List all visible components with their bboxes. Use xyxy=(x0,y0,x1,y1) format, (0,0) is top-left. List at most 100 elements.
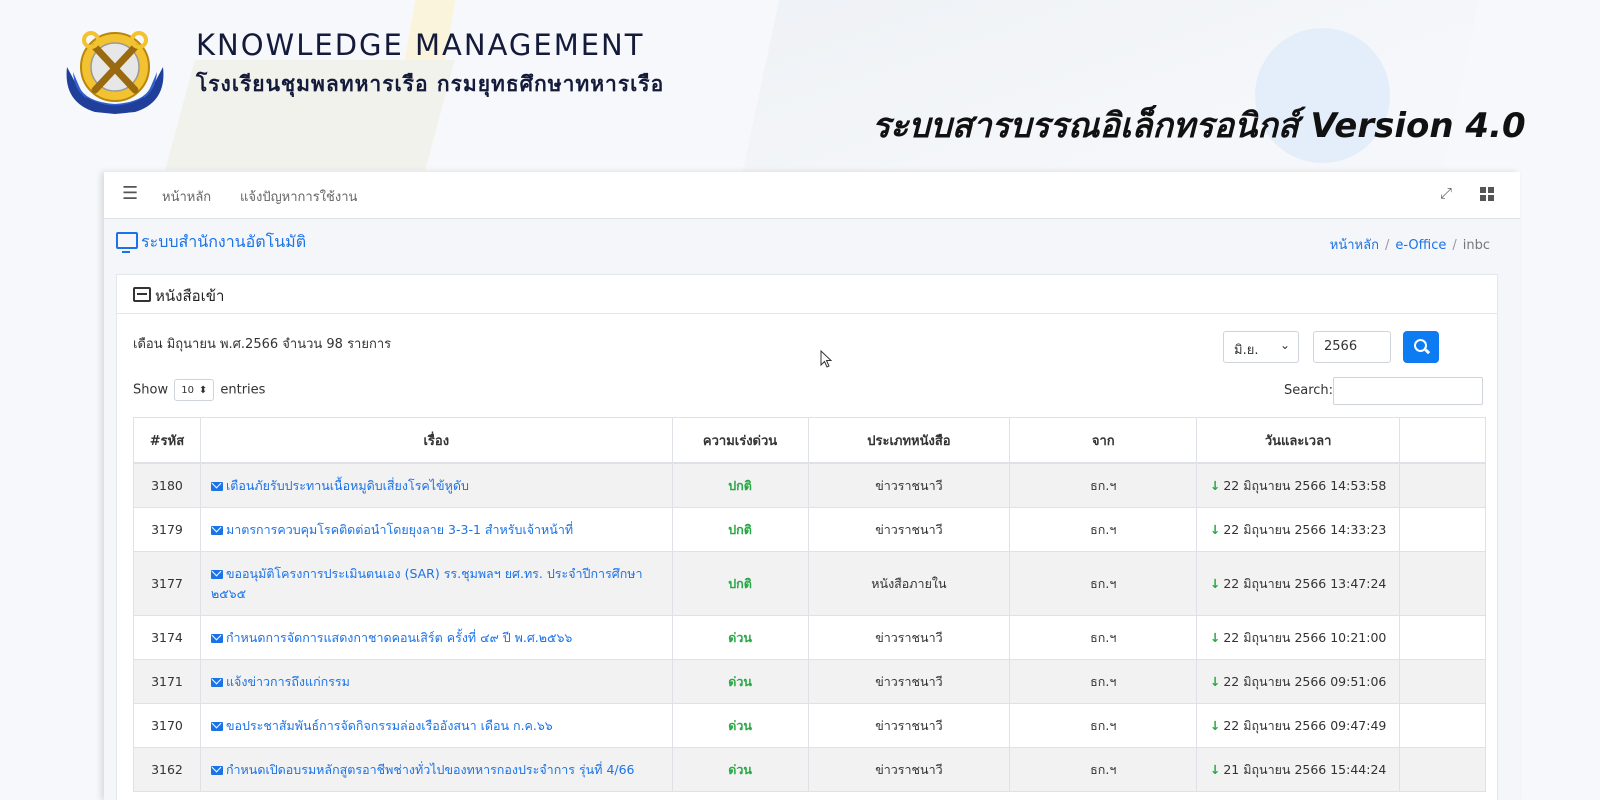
table-row[interactable]: 3174 กำหนดการจัดการแสดงกาชาดคอนเสิร์ต คร… xyxy=(133,615,1486,660)
inbox-icon xyxy=(133,287,151,302)
column-header-subject[interactable]: เรื่อง xyxy=(199,417,673,464)
row-from: ธก.ฯ xyxy=(1009,462,1198,508)
nav-home-link[interactable]: หน้าหลัก xyxy=(162,186,211,207)
column-header-id[interactable]: #รหัส xyxy=(133,417,201,464)
arrow-down-icon: ↓ xyxy=(1209,717,1221,733)
search-label: Search: xyxy=(1284,383,1334,398)
row-id: 3177 xyxy=(133,551,201,616)
row-actions xyxy=(1399,507,1486,552)
arrow-down-icon: ↓ xyxy=(1209,673,1221,689)
row-subject[interactable]: กำหนดเปิดอบรมหลักสูตรอาชีพช่างทั่วไปของท… xyxy=(199,747,673,792)
row-datetime: ↓ 22 มิถุนายน 2566 09:47:49 xyxy=(1196,703,1401,748)
entries-label: entries xyxy=(220,382,266,398)
breadcrumb-separator: / xyxy=(1452,238,1457,253)
row-subject[interactable]: แจ้งข่าวการถึงแก่กรรม xyxy=(199,659,673,704)
row-actions xyxy=(1399,747,1486,792)
row-id: 3174 xyxy=(133,615,201,660)
school-logo xyxy=(66,31,164,114)
brand-title: KNOWLEDGE MANAGEMENT xyxy=(196,28,645,62)
row-from: ธก.ฯ xyxy=(1009,659,1198,704)
month-summary: เดือน มิถุนายน พ.ศ.2566 จำนวน 98 รายการ xyxy=(133,337,392,352)
row-urgency: ปกติ xyxy=(671,507,809,552)
page-title: ระบบสำนักงานอัตโนมัติ xyxy=(141,232,307,251)
row-subject-link[interactable]: มาตรการควบคุมโรคติดต่อนำโดยยุงลาย 3-3-1 … xyxy=(226,522,573,537)
card-title: หนังสือเข้า xyxy=(155,287,225,305)
row-subject-link[interactable]: ขอประชาสัมพันธ์การจัดกิจกรรมล่องเรืออังส… xyxy=(226,718,553,733)
envelope-icon xyxy=(210,677,223,687)
arrow-down-icon: ↓ xyxy=(1209,761,1221,777)
month-select[interactable]: มิ.ย. ⌄ xyxy=(1223,331,1299,363)
row-from: ธก.ฯ xyxy=(1009,507,1198,552)
row-actions xyxy=(1399,551,1486,616)
menu-toggle-icon[interactable]: ☰ xyxy=(122,183,138,204)
table-row[interactable]: 3179 มาตรการควบคุมโรคติดต่อนำโดยยุงลาย 3… xyxy=(133,507,1486,552)
row-subject[interactable]: ขอประชาสัมพันธ์การจัดกิจกรรมล่องเรืออังส… xyxy=(199,703,673,748)
row-urgency: ปกติ xyxy=(671,462,809,508)
column-header-datetime[interactable]: วันและเวลา xyxy=(1196,417,1401,464)
row-actions xyxy=(1399,615,1486,660)
row-type: ข่าวราชนาวี xyxy=(807,703,1011,748)
table-row[interactable]: 3170 ขอประชาสัมพันธ์การจัดกิจกรรมล่องเรื… xyxy=(133,703,1486,748)
column-header-urgency[interactable]: ความเร่งด่วน xyxy=(671,417,809,464)
apps-grid-icon[interactable] xyxy=(1480,187,1494,201)
row-id: 3171 xyxy=(133,659,201,704)
row-urgency: ด่วน xyxy=(671,659,809,704)
envelope-icon xyxy=(210,525,223,535)
arrow-down-icon: ↓ xyxy=(1209,575,1221,591)
row-subject[interactable]: มาตรการควบคุมโรคติดต่อนำโดยยุงลาย 3-3-1 … xyxy=(199,507,673,552)
row-type: ข่าวราชนาวี xyxy=(807,462,1011,508)
row-subject[interactable]: กำหนดการจัดการแสดงกาชาดคอนเสิร์ต ครั้งที… xyxy=(199,615,673,660)
row-datetime-value: 22 มิถุนายน 2566 10:21:00 xyxy=(1223,629,1387,645)
search-button[interactable] xyxy=(1403,331,1439,363)
table-row[interactable]: 3171 แจ้งข่าวการถึงแก่กรรม ด่วน ข่าวราชน… xyxy=(133,659,1486,704)
column-header-type[interactable]: ประเภทหนังสือ xyxy=(807,417,1011,464)
envelope-icon xyxy=(210,721,223,731)
table-search-input[interactable] xyxy=(1333,377,1483,405)
row-datetime-value: 22 มิถุนายน 2566 14:33:23 xyxy=(1223,521,1387,537)
row-datetime: ↓ 22 มิถุนายน 2566 14:33:23 xyxy=(1196,507,1401,552)
row-from: ธก.ฯ xyxy=(1009,747,1198,792)
row-subject-link[interactable]: ขออนุมัติโครงการประเมินตนเอง (SAR) รร.ชุ… xyxy=(211,566,643,601)
row-subject-link[interactable]: เตือนภัยรับประทานเนื้อหมูดิบเสี่ยงโรคไข้… xyxy=(226,478,469,493)
arrow-down-icon: ↓ xyxy=(1209,629,1221,645)
row-from: ธก.ฯ xyxy=(1009,703,1198,748)
row-subject[interactable]: เตือนภัยรับประทานเนื้อหมูดิบเสี่ยงโรคไข้… xyxy=(199,462,673,508)
page-heading: ระบบสำนักงานอัตโนมัติ xyxy=(116,230,306,255)
row-actions xyxy=(1399,462,1486,508)
inbox-table: #รหัส เรื่อง ความเร่งด่วน ประเภทหนังสือ … xyxy=(133,417,1486,792)
arrow-down-icon: ↓ xyxy=(1209,521,1221,537)
row-type: ข่าวราชนาวี xyxy=(807,659,1011,704)
breadcrumb: หน้าหลัก / e-Office / inbc xyxy=(1330,234,1490,255)
row-id: 3179 xyxy=(133,507,201,552)
row-subject-link[interactable]: กำหนดการจัดการแสดงกาชาดคอนเสิร์ต ครั้งที… xyxy=(226,630,572,645)
breadcrumb-eoffice[interactable]: e-Office xyxy=(1395,238,1446,253)
row-datetime-value: 22 มิถุนายน 2566 09:51:06 xyxy=(1223,673,1387,689)
fullscreen-icon[interactable]: ⤢ xyxy=(1440,184,1452,202)
row-from: ธก.ฯ xyxy=(1009,615,1198,660)
row-actions xyxy=(1399,659,1486,704)
row-subject-link[interactable]: แจ้งข่าวการถึงแก่กรรม xyxy=(226,674,350,689)
background-decoration xyxy=(740,0,1480,180)
table-row[interactable]: 3162 กำหนดเปิดอบรมหลักสูตรอาชีพช่างทั่วไ… xyxy=(133,747,1486,792)
row-subject-link[interactable]: กำหนดเปิดอบรมหลักสูตรอาชีพช่างทั่วไปของท… xyxy=(226,762,635,777)
table-row[interactable]: 3177 ขออนุมัติโครงการประเมินตนเอง (SAR) … xyxy=(133,551,1486,616)
row-datetime: ↓ 22 มิถุนายน 2566 10:21:00 xyxy=(1196,615,1401,660)
row-datetime-value: 22 มิถุนายน 2566 14:53:58 xyxy=(1223,477,1387,493)
table-row[interactable]: 3180 เตือนภัยรับประทานเนื้อหมูดิบเสี่ยงโ… xyxy=(133,462,1486,508)
arrow-down-icon: ↓ xyxy=(1209,477,1221,493)
row-id: 3180 xyxy=(133,462,201,508)
column-header-from[interactable]: จาก xyxy=(1009,417,1198,464)
row-subject[interactable]: ขออนุมัติโครงการประเมินตนเอง (SAR) รร.ชุ… xyxy=(199,551,673,616)
card-header: หนังสือเข้า xyxy=(117,275,1497,314)
row-type: ข่าวราชนาวี xyxy=(807,615,1011,660)
nav-report-problem-link[interactable]: แจ้งปัญหาการใช้งาน xyxy=(240,186,357,207)
row-type: ข่าวราชนาวี xyxy=(807,507,1011,552)
show-label: Show xyxy=(133,382,169,398)
entries-select[interactable]: 10 ⬍ xyxy=(174,379,215,401)
sort-updown-icon: ⬍ xyxy=(198,385,208,396)
envelope-icon xyxy=(210,481,223,491)
row-type: หนังสือภายใน xyxy=(807,551,1011,616)
year-input[interactable]: 2566 xyxy=(1313,331,1391,363)
breadcrumb-current: inbc xyxy=(1462,238,1490,253)
breadcrumb-home[interactable]: หน้าหลัก xyxy=(1330,238,1379,253)
